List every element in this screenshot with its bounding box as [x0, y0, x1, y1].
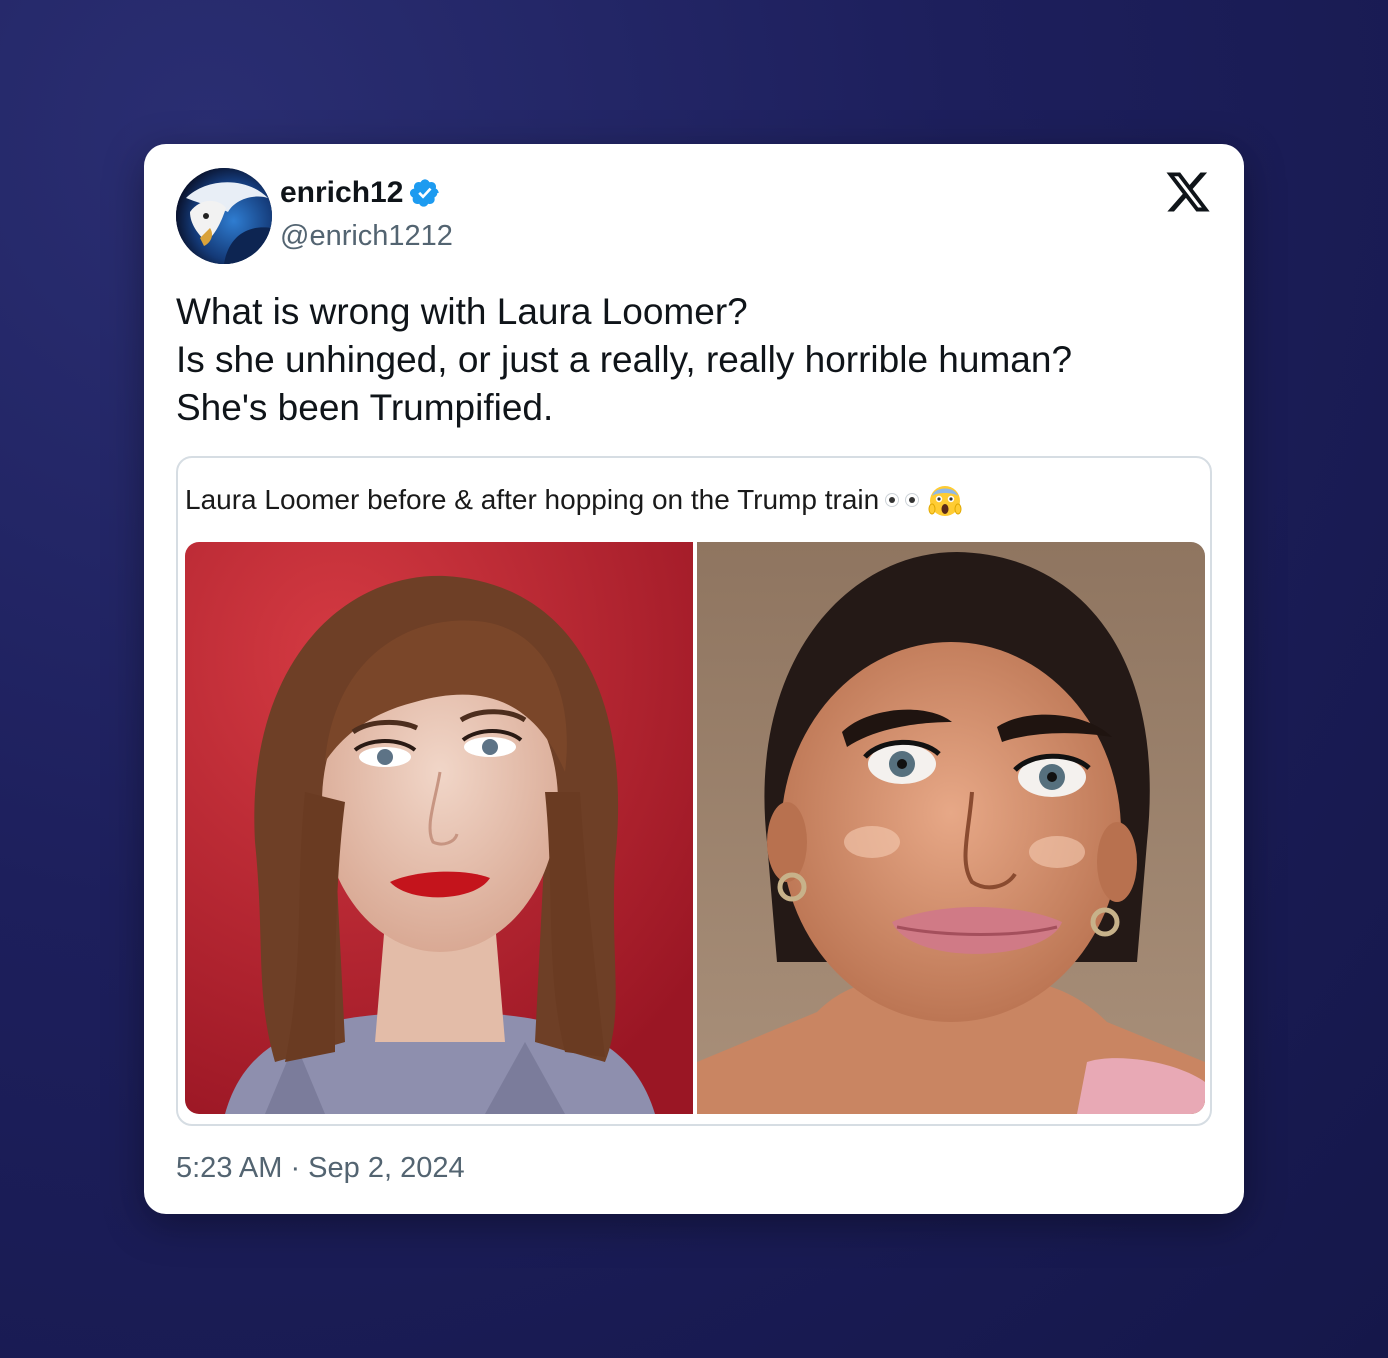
avatar[interactable]: [176, 168, 272, 264]
tweet-text-line: What is wrong with Laura Loomer?: [176, 291, 748, 332]
embedded-image[interactable]: Laura Loomer before & after hopping on t…: [176, 456, 1212, 1126]
eyes-emoji-icon: [885, 493, 920, 507]
before-photo: [185, 542, 693, 1114]
tweet-text-line: Is she unhinged, or just a really, reall…: [176, 339, 1073, 380]
after-photo: [697, 542, 1205, 1114]
tweet-text: What is wrong with Laura Loomer? Is she …: [176, 288, 1216, 432]
tweet-timestamp[interactable]: 5:23 AM · Sep 2, 2024: [176, 1152, 465, 1185]
image-caption-text: Laura Loomer before & after hopping on t…: [185, 484, 880, 515]
author-handle[interactable]: @enrich1212: [280, 220, 453, 253]
tweet-card: enrich12 @enrich1212 What is wrong with …: [144, 144, 1244, 1214]
x-logo-icon[interactable]: [1164, 168, 1212, 216]
author-name-row: enrich12: [280, 176, 441, 210]
verified-badge-icon: [410, 179, 440, 207]
screaming-face-emoji-icon: [928, 486, 962, 516]
tweet-text-line: She's been Trumpified.: [176, 387, 554, 428]
display-name[interactable]: enrich12: [280, 176, 403, 210]
image-caption: Laura Loomer before & after hopping on t…: [185, 482, 963, 518]
